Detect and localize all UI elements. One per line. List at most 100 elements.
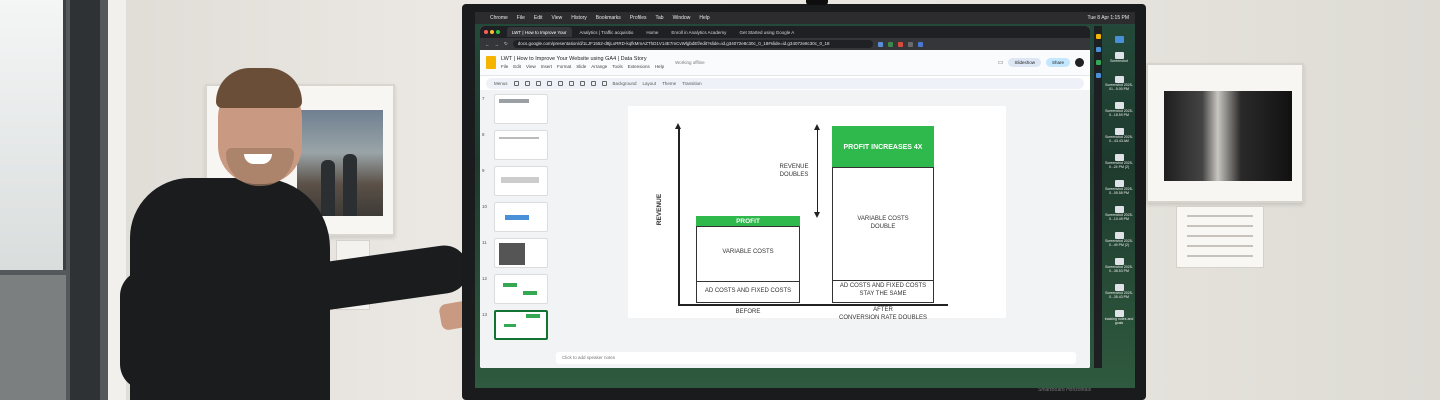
browser-tab[interactable]: Analytics | Traffic acquisitio [575, 27, 639, 37]
background-button[interactable]: Background [613, 81, 637, 86]
image-icon[interactable] [579, 81, 585, 86]
window-glass [0, 0, 66, 270]
slides-menu-item[interactable]: Help [655, 64, 664, 69]
slides-menu-item[interactable]: Extensions [628, 64, 650, 69]
line-icon[interactable] [601, 81, 607, 86]
menubar-item[interactable]: Window [673, 15, 691, 21]
slide-thumbnail[interactable]: 10 [482, 202, 552, 238]
desktop-file[interactable]: Screenshot 2025-01...5.00 PM [1103, 76, 1135, 92]
slide-thumbnail[interactable]: 12 [482, 274, 552, 310]
slides-menu-item[interactable]: File [501, 64, 508, 69]
desktop-file[interactable]: Screenshot 2025-0...49 PM (2) [1103, 232, 1135, 248]
forward-icon[interactable]: → [495, 42, 500, 47]
transition-button[interactable]: Transition [682, 81, 702, 86]
avatar[interactable] [1075, 58, 1084, 67]
after-profit-block: PROFIT INCREASES 4X [832, 126, 934, 168]
revenue-axis [678, 128, 680, 306]
redo-icon[interactable] [524, 81, 530, 86]
desktop-file[interactable]: Screenshot 2025-0...43.43 AM [1103, 128, 1135, 144]
slides-menu-item[interactable]: View [526, 64, 536, 69]
slide-canvas[interactable]: REVENUE PROFIT VARIABLE COSTS AD COSTS A… [628, 106, 1006, 321]
url-field[interactable]: docs.google.com/presentation/d/1LJF1552-… [512, 40, 873, 48]
zoom-icon[interactable] [546, 81, 552, 86]
wall-note-right [1176, 206, 1264, 268]
slideshow-button[interactable]: Slideshow [1008, 58, 1041, 67]
window-mullion [70, 0, 100, 400]
textbox-icon[interactable] [568, 81, 574, 86]
desktop-file[interactable]: Screenshot 2025-0...18.59 PM [1103, 102, 1135, 118]
shape-icon[interactable] [590, 81, 596, 86]
desktop-file[interactable]: Screenshot 2025-0...10.49 PM [1103, 206, 1135, 222]
speaker-notes[interactable]: Click to add speaker notes [556, 352, 1076, 364]
extension-icon[interactable] [897, 41, 903, 47]
desktop-file[interactable]: Screenshot 2025-0...38.53 PM [1103, 258, 1135, 274]
desktop-file[interactable]: Screenshot 2025-0...05.58 PM [1103, 180, 1135, 196]
keep-icon[interactable] [1095, 34, 1101, 39]
menubar-item[interactable]: Chrome [490, 15, 508, 21]
arrow-up-icon [814, 124, 820, 130]
layout-button[interactable]: Layout [643, 81, 657, 86]
menubar-item[interactable]: Tab [656, 15, 664, 21]
extension-icon[interactable] [877, 41, 883, 47]
google-slides-logo-icon[interactable] [486, 56, 496, 69]
slide-thumbnail[interactable]: 9 [482, 166, 552, 202]
desktop-file[interactable]: tracking notes and goals [1103, 310, 1135, 326]
slides-menu-item[interactable]: Format [557, 64, 571, 69]
window-lower-pane [0, 275, 66, 400]
desktop-file[interactable]: Screenshot [1103, 52, 1135, 64]
menus-search[interactable]: Menus [494, 81, 508, 86]
browser-tab[interactable]: Enroll in Analytics Academy [666, 27, 731, 37]
browser-tab[interactable]: LWT | How to Improve Your [507, 27, 572, 37]
mac-menubar: Chrome File Edit View History Bookmarks … [475, 12, 1135, 24]
print-icon[interactable] [535, 81, 541, 86]
close-window-icon[interactable] [484, 30, 488, 34]
theme-button[interactable]: Theme [662, 81, 676, 86]
slides-menu-item[interactable]: Slide [576, 64, 586, 69]
after-fixed-block: AD COSTS AND FIXED COSTS STAY THE SAME [832, 280, 934, 303]
comments-icon[interactable]: ▭ [998, 59, 1004, 66]
desktop-folder[interactable] [1103, 36, 1135, 44]
before-variable-block: VARIABLE COSTS [696, 226, 800, 282]
framed-photo-right [1146, 63, 1304, 203]
share-button[interactable]: Share [1045, 58, 1070, 67]
menubar-item[interactable]: Profiles [630, 15, 647, 21]
menubar-clock[interactable]: Tue 8 Apr 1:15 PM [1087, 15, 1129, 21]
slide-thumbnail[interactable]: 11 [482, 238, 552, 274]
slide-thumbnail[interactable]: 8 [482, 130, 552, 166]
browser-tab[interactable]: Home [641, 27, 663, 37]
extension-icon[interactable] [887, 41, 893, 47]
maps-icon[interactable] [1095, 60, 1101, 65]
document-title[interactable]: LWT | How to Improve Your Website using … [501, 56, 647, 62]
menubar-item[interactable]: File [517, 15, 525, 21]
slides-menu-item[interactable]: Edit [513, 64, 521, 69]
minimize-window-icon[interactable] [490, 30, 494, 34]
slides-menu-item[interactable]: Insert [541, 64, 552, 69]
tasks-icon[interactable] [1095, 47, 1101, 52]
undo-icon[interactable] [513, 81, 519, 86]
menubar-item[interactable]: History [571, 15, 587, 21]
browser-tab[interactable]: Get Started using Google A [734, 27, 799, 37]
select-icon[interactable] [557, 81, 563, 86]
extension-icon[interactable] [907, 41, 913, 47]
before-fixed-label: AD COSTS AND FIXED COSTS [704, 288, 792, 294]
slide-thumbnail-active[interactable]: 13 [482, 310, 552, 346]
slide-thumbnail[interactable]: 7 [482, 94, 552, 130]
after-fixed-label: AD COSTS AND FIXED COSTS STAY THE SAME [839, 283, 927, 297]
slides-menu-item[interactable]: Tools [612, 64, 623, 69]
slides-header: LWT | How to Improve Your Website using … [480, 50, 1090, 76]
menubar-item[interactable]: Edit [534, 15, 543, 21]
contacts-icon[interactable] [1095, 73, 1101, 78]
desktop-file[interactable]: Screenshot 2025-0...35.43 PM [1103, 284, 1135, 300]
extension-icon[interactable] [917, 41, 923, 47]
desktop-file[interactable]: Screenshot 2025-0...24 PM (2) [1103, 154, 1135, 170]
reload-icon[interactable]: ↻ [504, 41, 508, 47]
tab-strip: LWT | How to Improve Your Analytics | Tr… [480, 26, 1090, 38]
menubar-item[interactable]: Bookmarks [596, 15, 621, 21]
slides-menu-item[interactable]: Arrange [591, 64, 607, 69]
menubar-item[interactable]: Help [699, 15, 709, 21]
display-camera [806, 0, 828, 5]
zoom-window-icon[interactable] [496, 30, 500, 34]
back-icon[interactable]: ← [485, 42, 490, 47]
menubar-item[interactable]: View [551, 15, 562, 21]
photo-portrait [1164, 91, 1292, 181]
